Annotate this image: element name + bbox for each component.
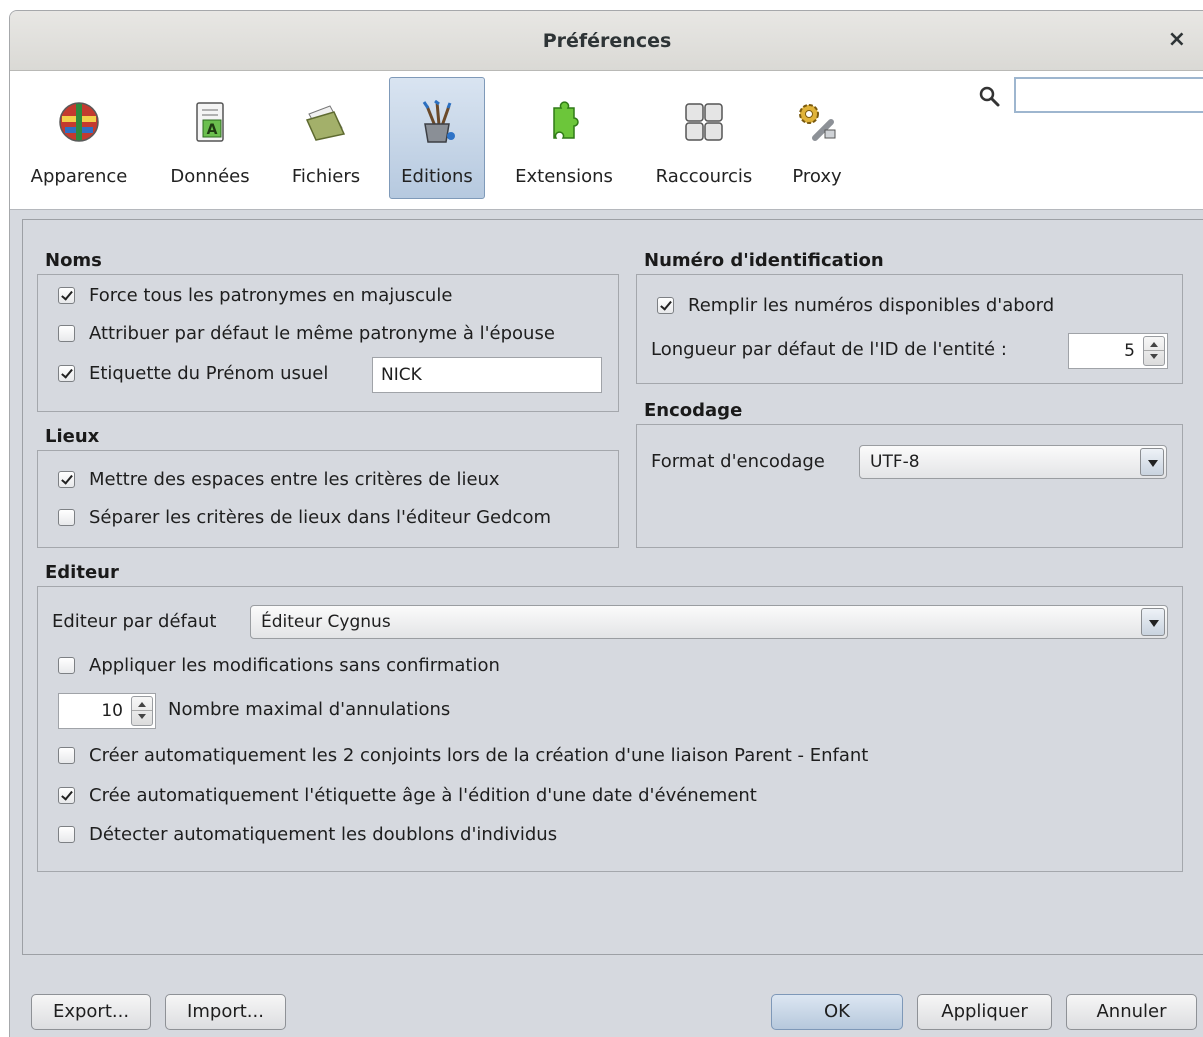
same-surname-checkbox[interactable] [58,325,75,342]
keyboard-keys-icon [685,103,723,141]
fill-available-label: Remplir les numéros disponibles d'abord [688,295,1055,316]
auto-age-checkbox[interactable] [58,787,75,804]
folder-files-icon [305,105,346,141]
default-editor-label: Editeur par défaut [52,611,217,632]
tab-label: Apparence [30,166,128,187]
force-upper-label: Force tous les patronymes en majuscule [89,285,453,306]
section-title-encodage: Encodage [644,400,743,421]
id-length-value: 5 [1124,341,1135,361]
nick-label-checkbox[interactable] [58,365,75,382]
default-editor-select[interactable]: Éditeur Cygnus [250,605,1168,639]
undo-count-stepper-arrows[interactable] [131,696,153,726]
nick-label-text: Etiquette du Prénom usuel [89,363,329,384]
ok-button[interactable]: OK [771,994,903,1030]
tab-label: Raccourcis [655,166,753,187]
search-input[interactable] [1014,77,1203,113]
tab-apparence[interactable]: Apparence [16,78,142,198]
tab-label: Proxy [792,166,842,187]
undo-count-spinner[interactable]: 10 [58,693,156,729]
group-encodage: Format d'encodage UTF-8 [636,424,1183,548]
group-lieux: Mettre des espaces entre les critères de… [37,450,619,548]
section-title-lieux: Lieux [45,426,100,447]
tab-raccourcis[interactable]: Raccourcis [642,78,766,198]
auto-spouses-checkbox[interactable] [58,747,75,764]
nick-field[interactable]: NICK [372,357,602,393]
editions-panel: Noms Force tous les patronymes en majusc… [22,219,1203,955]
tab-donnees[interactable]: A Données [154,78,266,198]
force-upper-checkbox[interactable] [58,287,75,304]
group-numero: Remplir les numéros disponibles d'abord … [636,274,1183,384]
globe-flags-icon [59,102,99,142]
preferences-dialog: Préférences × Apparence A Données Fichie… [9,10,1203,1037]
apply-no-confirm-label: Appliquer les modifications sans confirm… [89,655,500,676]
section-title-editeur: Editeur [45,562,119,583]
tab-label: Données [170,166,250,187]
tab-proxy[interactable]: Proxy [780,78,854,198]
document-letter-icon: A [196,102,224,142]
encoding-format-select[interactable]: UTF-8 [859,445,1167,479]
place-separate-label: Séparer les critères de lieux dans l'édi… [89,507,551,528]
tab-label: Editions [401,166,473,187]
place-spaces-label: Mettre des espaces entre les critères de… [89,469,500,490]
tab-extensions[interactable]: Extensions [500,78,628,198]
id-length-label: Longueur par défaut de l'ID de l'entité … [651,339,1007,360]
chevron-down-icon[interactable] [1141,608,1165,636]
id-length-stepper-arrows[interactable] [1143,336,1165,366]
export-button[interactable]: Export... [31,994,151,1030]
undo-count-label: Nombre maximal d'annulations [168,699,451,720]
auto-age-label: Crée automatiquement l'étiquette âge à l… [89,785,757,806]
detect-duplicates-checkbox[interactable] [58,826,75,843]
tab-editions[interactable]: Editions [389,77,485,199]
close-icon[interactable]: × [1168,27,1186,52]
puzzle-piece-icon [553,101,579,139]
tab-fichiers[interactable]: Fichiers [276,78,376,198]
import-button[interactable]: Import... [165,994,286,1030]
dialog-title: Préférences [542,30,672,52]
group-noms: Force tous les patronymes en majuscule A… [37,274,619,412]
detect-duplicates-label: Détecter automatiquement les doublons d'… [89,824,558,845]
default-editor-value: Éditeur Cygnus [261,612,391,632]
svg-text:A: A [207,122,218,138]
apply-no-confirm-checkbox[interactable] [58,657,75,674]
group-editeur: Editeur par défaut Éditeur Cygnus Appliq… [37,586,1183,872]
place-separate-checkbox[interactable] [58,509,75,526]
encoding-format-label: Format d'encodage [651,451,825,472]
gear-wrench-icon [799,104,836,141]
title-bar: Préférences × [10,11,1203,71]
search-icon [979,86,1000,107]
paint-brushes-icon [422,100,455,143]
section-title-numero: Numéro d'identification [644,250,884,271]
undo-count-value: 10 [101,701,123,721]
place-spaces-checkbox[interactable] [58,471,75,488]
id-length-spinner[interactable]: 5 [1068,333,1168,369]
section-title-noms: Noms [45,250,102,271]
apply-button[interactable]: Appliquer [917,994,1052,1030]
category-toolbar: Apparence A Données Fichiers Editions Ex… [10,71,1203,210]
tab-label: Fichiers [291,166,361,187]
chevron-down-icon[interactable] [1140,448,1164,476]
encoding-format-value: UTF-8 [870,452,920,472]
auto-spouses-label: Créer automatiquement les 2 conjoints lo… [89,745,869,766]
cancel-button[interactable]: Annuler [1066,994,1197,1030]
same-surname-label: Attribuer par défaut le même patronyme à… [89,323,555,344]
tab-label: Extensions [515,166,613,187]
fill-available-checkbox[interactable] [657,297,674,314]
